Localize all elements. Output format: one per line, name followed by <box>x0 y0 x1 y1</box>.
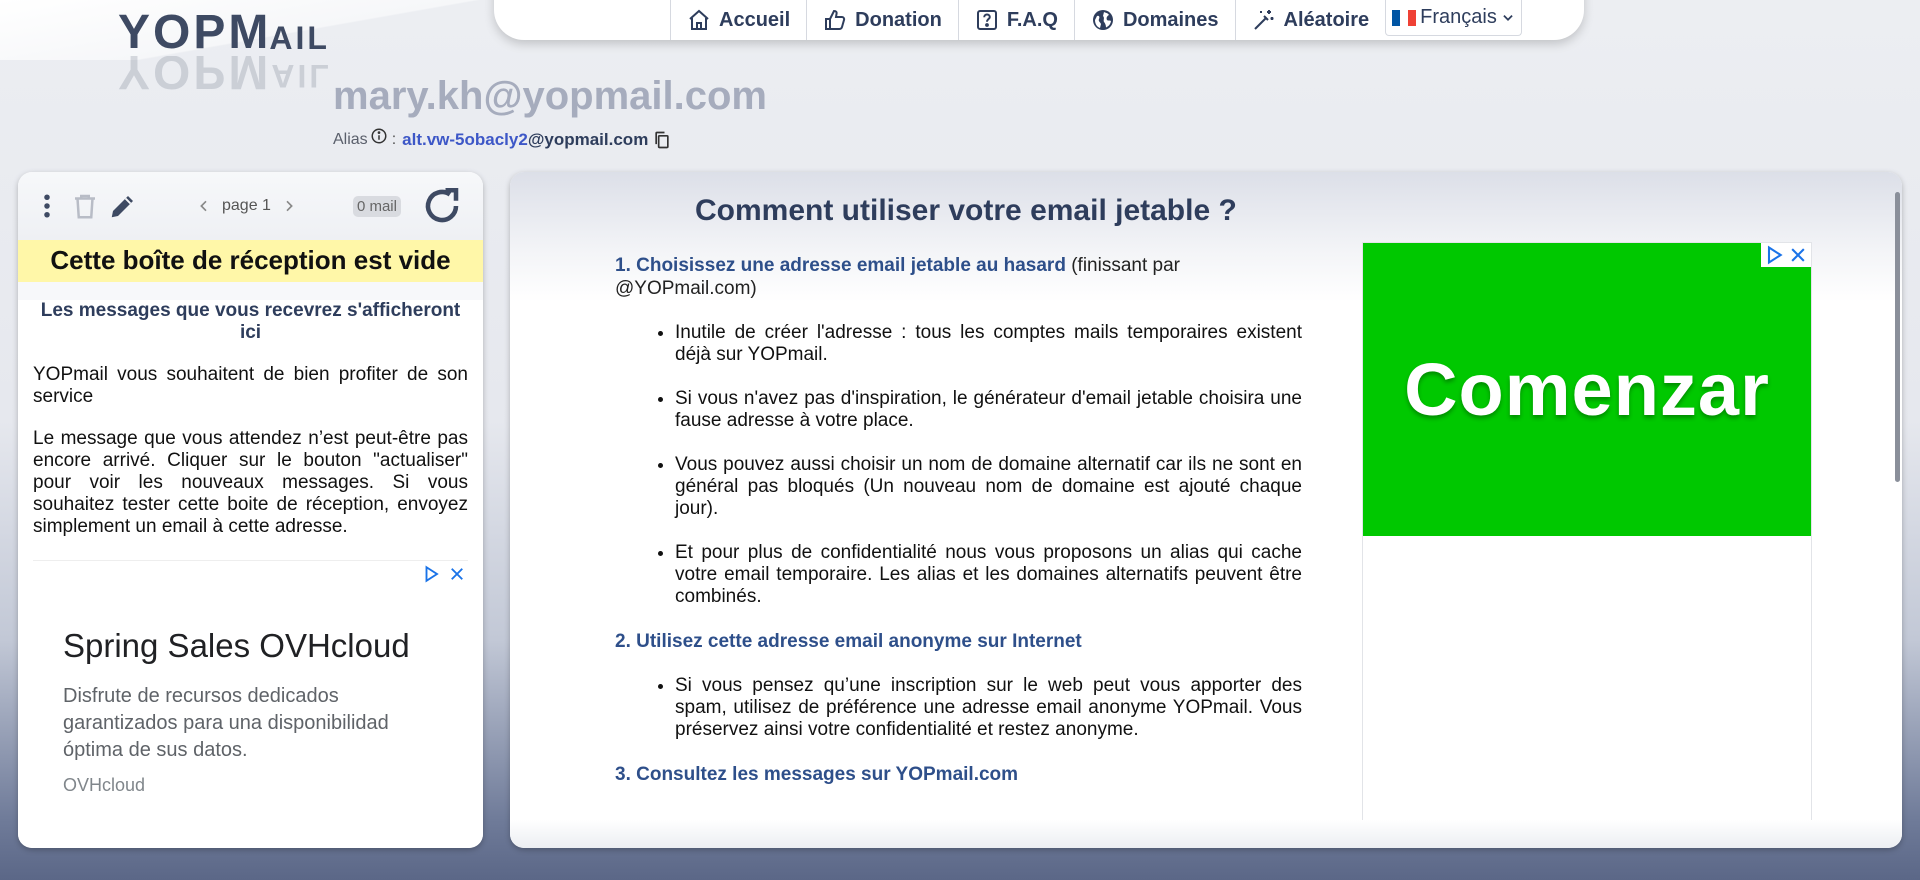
nav-label-faq: F.A.Q <box>1006 8 1058 31</box>
list-item: Si vous pensez qu’une inscription sur le… <box>675 675 1302 741</box>
nav-accueil[interactable]: Accueil <box>670 0 806 40</box>
nav-label-accueil: Accueil <box>719 8 791 31</box>
alias-row: Alias : alt.vw-5obacly2 @yopmail.com <box>333 127 672 150</box>
main-nav: Accueil Donation F.A.Q Domaines Aléatoir… <box>670 0 1522 40</box>
refresh-icon[interactable] <box>421 185 463 227</box>
nav-label-donation: Donation <box>855 8 942 31</box>
guide-steps: 1. Choisissez une adresse email jetable … <box>615 254 1302 786</box>
alias-domain: @yopmail.com <box>527 130 649 149</box>
step-1-heading: 1. Choisissez une adresse email jetable … <box>615 255 1066 276</box>
mail-count-badge: 0 mail <box>352 195 401 217</box>
adchoices-icon[interactable] <box>1764 245 1784 265</box>
ad-source[interactable]: OVHcloud <box>63 775 145 796</box>
logo-text-small: AIL <box>269 20 330 56</box>
nav-domaines[interactable]: Domaines <box>1073 0 1235 40</box>
step-1-list: Inutile de créer l'adresse : tous les co… <box>675 322 1302 608</box>
logo-reflection-main: YOPM <box>118 56 272 96</box>
list-item: Vous pouvez aussi choisir un nom de doma… <box>675 454 1302 520</box>
ad-cta-text[interactable]: Comenzar <box>1404 347 1770 432</box>
ad-controls <box>422 565 466 583</box>
copy-icon[interactable] <box>652 130 672 150</box>
empty-inbox-banner: Cette boîte de réception est vide <box>18 240 483 282</box>
nav-donation[interactable]: Donation <box>806 0 958 40</box>
language-selector[interactable]: Français <box>1385 0 1522 36</box>
step-3: 3. Consultez les messages sur YOPmail.co… <box>615 763 1242 786</box>
trash-icon[interactable] <box>70 191 100 221</box>
inbox-toolbar: page 1 0 mail <box>18 172 483 240</box>
content-footer <box>510 820 1902 848</box>
pencil-icon[interactable] <box>108 191 138 221</box>
nav-label-aleatoire: Aléatoire <box>1283 8 1370 31</box>
page-label: page 1 <box>222 197 271 214</box>
step-2: 2. Utilisez cette adresse email anonyme … <box>615 630 1242 653</box>
ad-controls-right <box>1761 243 1811 267</box>
inbox-welcome-text: YOPmail vous souhaitent de bien profiter… <box>33 364 468 407</box>
ad-comenzar[interactable]: Comenzar <box>1362 242 1812 822</box>
content-panel: Comment utiliser votre email jetable ? 1… <box>510 172 1902 848</box>
chevron-down-icon <box>1503 14 1513 21</box>
chevron-right-icon[interactable] <box>281 198 297 214</box>
info-icon[interactable] <box>370 127 388 145</box>
inbox-subtitle: Les messages que vous recevrez s'affiche… <box>40 300 461 343</box>
inbox-help-text: Le message que vous attendez n’est peut-… <box>33 428 468 537</box>
globe-icon <box>1092 10 1113 30</box>
alias-separator: : <box>391 131 397 148</box>
france-flag-icon <box>1392 9 1417 26</box>
adchoices-icon[interactable] <box>422 565 440 583</box>
list-item: Inutile de créer l'adresse : tous les co… <box>675 322 1302 366</box>
step-2-list: Si vous pensez qu’une inscription sur le… <box>675 675 1302 741</box>
step-3-heading: 3. Consultez les messages sur YOPmail.co… <box>615 764 1019 785</box>
ad-ovhcloud[interactable]: Spring Sales OVHcloud Disfrute de recurs… <box>33 560 468 830</box>
step-1: 1. Choisissez une adresse email jetable … <box>615 254 1242 300</box>
ad-banner[interactable]: Comenzar <box>1363 243 1811 536</box>
ad-description: Disfrute de recursos dedicados garantiza… <box>63 685 389 761</box>
inbox-content: Les messages que vous recevrez s'affiche… <box>18 300 483 848</box>
yopmail-logo[interactable]: YOPM AIL <box>118 8 330 58</box>
ad-title[interactable]: Spring Sales OVHcloud <box>63 627 410 665</box>
more-vert-icon[interactable] <box>32 191 62 221</box>
thumbs-up-icon <box>825 9 846 30</box>
question-icon <box>976 10 997 30</box>
list-item: Et pour plus de confidentialité nous vou… <box>675 542 1302 608</box>
nav-aleatoire[interactable]: Aléatoire <box>1234 0 1386 40</box>
content-scrollbar[interactable] <box>1895 192 1900 482</box>
home-icon <box>689 9 709 30</box>
step-2-heading: 2. Utilisez cette adresse email anonyme … <box>615 631 1082 652</box>
current-email-address: mary.kh@yopmail.com <box>333 74 767 118</box>
magic-wand-icon <box>1253 10 1274 30</box>
pager: page 1 <box>196 197 297 215</box>
chevron-left-icon[interactable] <box>196 198 212 214</box>
alias-user[interactable]: alt.vw-5obacly2 <box>402 130 528 150</box>
language-label: Français <box>1420 6 1497 28</box>
logo-text-main: YOPM <box>118 6 272 59</box>
nav-label-domaines: Domaines <box>1122 8 1219 31</box>
alias-label: Alias <box>333 131 368 148</box>
guide-title: Comment utiliser votre email jetable ? <box>695 194 1237 227</box>
list-item: Si vous n'avez pas d'inspiration, le gén… <box>675 388 1302 432</box>
inbox-panel: page 1 0 mail Cette boîte de réception e… <box>18 172 483 848</box>
close-icon[interactable] <box>448 565 466 583</box>
nav-faq[interactable]: F.A.Q <box>957 0 1074 40</box>
close-icon[interactable] <box>1788 245 1808 265</box>
logo-reflection-small: AIL <box>271 58 332 94</box>
